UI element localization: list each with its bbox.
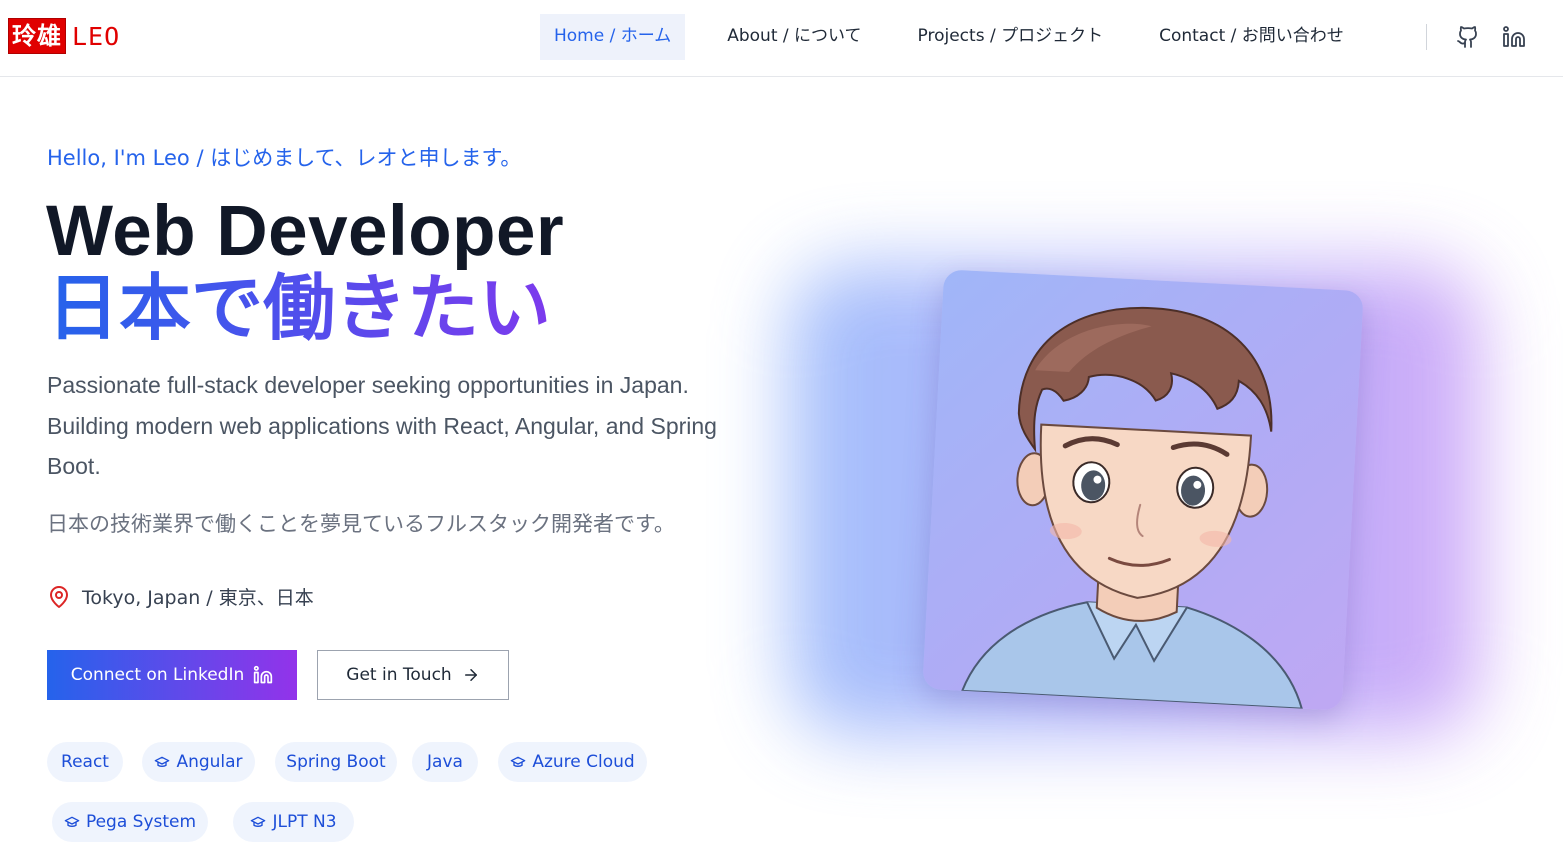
location: Tokyo, Japan / 東京、日本 <box>47 583 314 610</box>
tag-pega-system: Pega System <box>52 802 208 842</box>
graduation-cap-icon <box>64 816 80 827</box>
nav-item-home[interactable]: Home / ホーム <box>540 14 686 60</box>
tag-react: React <box>47 742 123 782</box>
nav-item-about[interactable]: About / について <box>713 14 875 60</box>
graduation-cap-icon <box>510 756 526 767</box>
main-nav: Home / ホーム About / について Projects / プロジェク… <box>540 14 1358 60</box>
nav-divider <box>1426 24 1427 50</box>
tag-label: Angular <box>176 752 243 772</box>
linkedin-icon <box>254 665 273 684</box>
brand-kanji: 玲雄 <box>8 18 66 54</box>
connect-linkedin-button[interactable]: Connect on LinkedIn <box>47 650 297 700</box>
hero-title: Web Developer <box>46 192 565 271</box>
graduation-cap-icon <box>155 756 170 767</box>
tag-java: Java <box>412 742 478 782</box>
avatar-card <box>922 269 1364 711</box>
hero-greeting: Hello, I'm Leo / はじめまして、レオと申します。 <box>47 146 522 170</box>
linkedin-icon[interactable] <box>1502 25 1526 49</box>
tag-label: Java <box>427 752 463 772</box>
brand-name: LEO <box>72 21 121 51</box>
get-in-touch-label: Get in Touch <box>346 665 452 685</box>
get-in-touch-button[interactable]: Get in Touch <box>317 650 509 700</box>
site-header: 玲雄 LEO Home / ホーム About / について Projects … <box>0 0 1563 77</box>
tag-label: Spring Boot <box>286 752 386 772</box>
github-icon[interactable] <box>1456 25 1480 49</box>
tag-label: Azure Cloud <box>532 752 635 772</box>
avatar-illustration <box>960 306 1304 710</box>
hero-description-jp: 日本の技術業界で働くことを夢見ているフルスタック開発者です。 <box>47 512 675 536</box>
connect-linkedin-label: Connect on LinkedIn <box>70 665 245 685</box>
arrow-right-icon <box>464 669 477 681</box>
nav-item-projects[interactable]: Projects / プロジェクト <box>904 14 1118 60</box>
hero-description: Passionate full-stack developer seeking … <box>47 372 717 479</box>
brand-logo[interactable]: 玲雄 LEO <box>8 18 120 54</box>
tag-label: JLPT N3 <box>272 812 337 832</box>
location-text: Tokyo, Japan / 東京、日本 <box>82 587 314 609</box>
tag-label: Pega System <box>85 812 197 832</box>
hero-title-jp: 日本で働きたい <box>47 266 552 350</box>
tag-angular: Angular <box>142 742 255 782</box>
tag-azure-cloud: Azure Cloud <box>498 742 647 782</box>
nav-item-contact[interactable]: Contact / お問い合わせ <box>1145 14 1358 60</box>
tag-jlpt-n3: JLPT N3 <box>233 802 354 842</box>
graduation-cap-icon <box>251 816 266 827</box>
tag-label: React <box>61 752 109 772</box>
tag-spring-boot: Spring Boot <box>275 742 397 782</box>
map-pin-icon <box>50 585 68 608</box>
